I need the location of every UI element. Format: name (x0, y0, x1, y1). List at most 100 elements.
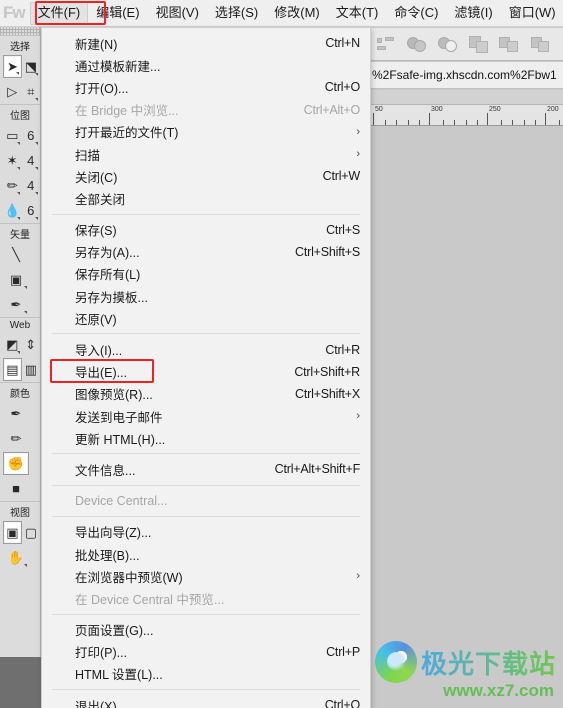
blur-icon: 💧 (4, 203, 21, 218)
menu-update-html[interactable]: 更新 HTML(H)... (42, 427, 370, 449)
ruler-minor-tick (535, 120, 536, 125)
menu-bar-item-1[interactable]: 编辑(E) (88, 2, 147, 25)
canvas-surface[interactable] (371, 127, 563, 708)
stroke-color-swatch[interactable]: ✊ (3, 452, 29, 475)
tools-section-label-矢量: 矢量 (0, 223, 40, 242)
menu-open-recent[interactable]: 打开最近的文件(T) › (42, 121, 370, 143)
rectangle-icon: ▣ (9, 272, 23, 287)
document-url-bar[interactable]: %2Fsafe-img.xhscdn.com%2Fbw1 (371, 62, 563, 89)
intersect-paths-icon[interactable] (464, 33, 495, 55)
ruler-minor-tick (501, 120, 502, 125)
tool-flyout-triangle-icon[interactable] (35, 98, 38, 101)
tool-flyout-triangle-icon[interactable] (15, 72, 19, 75)
menu-open[interactable]: 打开(O)... Ctrl+O (42, 76, 370, 98)
crop-tool[interactable]: ⌗ (22, 80, 41, 103)
tool-flyout-triangle-icon[interactable] (16, 142, 20, 145)
menu-bar-item-7[interactable]: 滤镜(I) (446, 2, 500, 25)
paint-bucket-tool[interactable]: ✏ (3, 427, 29, 450)
menu-exit[interactable]: 退出(X) Ctrl+Q (42, 694, 370, 708)
union-paths-icon[interactable] (402, 33, 433, 55)
menu-save[interactable]: 保存(S) Ctrl+S (42, 219, 370, 241)
tool-flyout-triangle-icon[interactable] (35, 167, 38, 170)
menu-scan[interactable]: 扫描 › (42, 143, 370, 165)
tool-flyout-triangle-icon[interactable] (35, 192, 38, 195)
hide-slices-tool[interactable]: ▤ (3, 358, 22, 381)
pencil-tool[interactable]: ✏ (3, 174, 22, 197)
default-colors-swatch[interactable]: ■ (3, 477, 29, 500)
menu-bar-item-2[interactable]: 视图(V) (148, 2, 207, 25)
menu-file-info[interactable]: 文件信息... Ctrl+Alt+Shift+F (42, 458, 370, 480)
menu-import[interactable]: 导入(I)... Ctrl+R (42, 338, 370, 360)
standard-screen-mode[interactable]: ▣ (3, 521, 22, 544)
full-screen-mode[interactable]: ▢ (22, 521, 40, 544)
menu-bar-item-6[interactable]: 命令(C) (386, 2, 446, 25)
tool-flyout-triangle-icon[interactable] (16, 167, 20, 170)
menu-bar-item-5[interactable]: 文本(T) (328, 2, 387, 25)
tool-flyout-triangle-icon[interactable] (35, 217, 38, 220)
menu-html-settings[interactable]: HTML 设置(L)... (42, 663, 370, 685)
lasso-tool[interactable]: 6 (22, 124, 41, 147)
tool-flyout-triangle-icon[interactable] (35, 142, 38, 145)
magic-wand-tool[interactable]: ✶ (3, 149, 22, 172)
menu-bar-item-0[interactable]: 文件(F) (29, 1, 89, 25)
menu-close-shortcut: Ctrl+W (322, 169, 361, 184)
menu-page-setup-label: 页面设置(G)... (75, 624, 154, 639)
menu-close-all[interactable]: 全部关闭 (42, 187, 370, 209)
tool-flyout-triangle-icon[interactable] (24, 564, 27, 567)
blur-tool[interactable]: 💧 (3, 199, 22, 222)
menu-revert[interactable]: 还原(V) (42, 307, 370, 329)
menu-send-to-email[interactable]: 发送到电子邮件 › (42, 405, 370, 427)
menu-new[interactable]: 新建(N) Ctrl+N (42, 32, 370, 54)
ruler-minor-tick (408, 120, 409, 125)
tool-flyout-triangle-icon[interactable] (35, 73, 38, 76)
menu-export-wizard[interactable]: 导出向导(Z)... (42, 521, 370, 543)
menu-bar-item-3[interactable]: 选择(S) (207, 2, 266, 25)
show-slices-tool[interactable]: ▥ (22, 358, 40, 381)
menu-bar-item-8[interactable]: 窗口(W) (501, 2, 563, 25)
tool-flyout-triangle-icon[interactable] (24, 311, 27, 314)
menu-image-preview[interactable]: 图像预览(R)... Ctrl+Shift+X (42, 383, 370, 405)
menu-preview-in-browser[interactable]: 在浏览器中预览(W) › (42, 565, 370, 587)
ruler-major-tick (429, 113, 430, 125)
tool-flyout-triangle-icon[interactable] (16, 351, 20, 354)
align-icon[interactable] (371, 33, 402, 55)
menu-export[interactable]: 导出(E)... Ctrl+Shift+R (42, 361, 370, 383)
scale-tool[interactable]: ⬔ (22, 55, 40, 78)
join-paths-icon[interactable] (526, 33, 557, 55)
menu-save-as-label: 另存为(A)... (75, 246, 140, 261)
menu-save-as-template[interactable]: 另存为摸板... (42, 285, 370, 307)
eraser-tool[interactable]: 4 (22, 174, 41, 197)
rectangle-tool[interactable]: ▣ (3, 268, 29, 291)
menu-new-from-template[interactable]: 通过模板新建... (42, 54, 370, 76)
hand-tool[interactable]: ✋ (3, 546, 29, 569)
slice-tool[interactable]: ⇕ (22, 333, 41, 356)
pen-tool[interactable]: ✒ (3, 293, 29, 316)
tools-row: ➤ ⬔ (0, 54, 40, 79)
rubber-stamp-tool[interactable]: 6 (22, 199, 41, 222)
eyedropper-tool[interactable]: ✒ (3, 402, 29, 425)
crop-paths-icon[interactable] (495, 33, 526, 55)
document-canvas-area[interactable]: 50 300 250 200 (371, 90, 563, 708)
menu-import-label: 导入(I)... (75, 344, 123, 359)
menu-close[interactable]: 关闭(C) Ctrl+W (42, 165, 370, 187)
panel-drag-grip[interactable] (0, 27, 40, 35)
menu-save-as[interactable]: 另存为(A)... Ctrl+Shift+S (42, 241, 370, 263)
tool-flyout-triangle-icon[interactable] (24, 286, 27, 289)
tool-flyout-triangle-icon[interactable] (16, 192, 20, 195)
default-colors-icon: ■ (12, 481, 20, 496)
tool-flyout-triangle-icon[interactable] (16, 217, 20, 220)
menu-save-all[interactable]: 保存所有(L) (42, 263, 370, 285)
marquee-tool[interactable]: ▭ (3, 124, 22, 147)
menu-page-setup[interactable]: 页面设置(G)... (42, 619, 370, 641)
brush-tool[interactable]: 4 (22, 149, 41, 172)
punch-paths-icon[interactable] (433, 33, 464, 55)
file-menu-dropdown[interactable]: 新建(N) Ctrl+N 通过模板新建... 打开(O)... Ctrl+O 在 Brid… (41, 27, 371, 708)
subselection-tool[interactable]: ▷ (3, 80, 22, 103)
hotspot-tool[interactable]: ◩ (3, 333, 22, 356)
menu-batch-process[interactable]: 批处理(B)... (42, 543, 370, 565)
line-tool[interactable]: ╲ (3, 243, 29, 266)
slice-icon: ⇕ (25, 337, 37, 352)
menu-print[interactable]: 打印(P)... Ctrl+P (42, 641, 370, 663)
pointer-tool[interactable]: ➤ (3, 55, 22, 78)
menu-bar-item-4[interactable]: 修改(M) (266, 2, 328, 25)
